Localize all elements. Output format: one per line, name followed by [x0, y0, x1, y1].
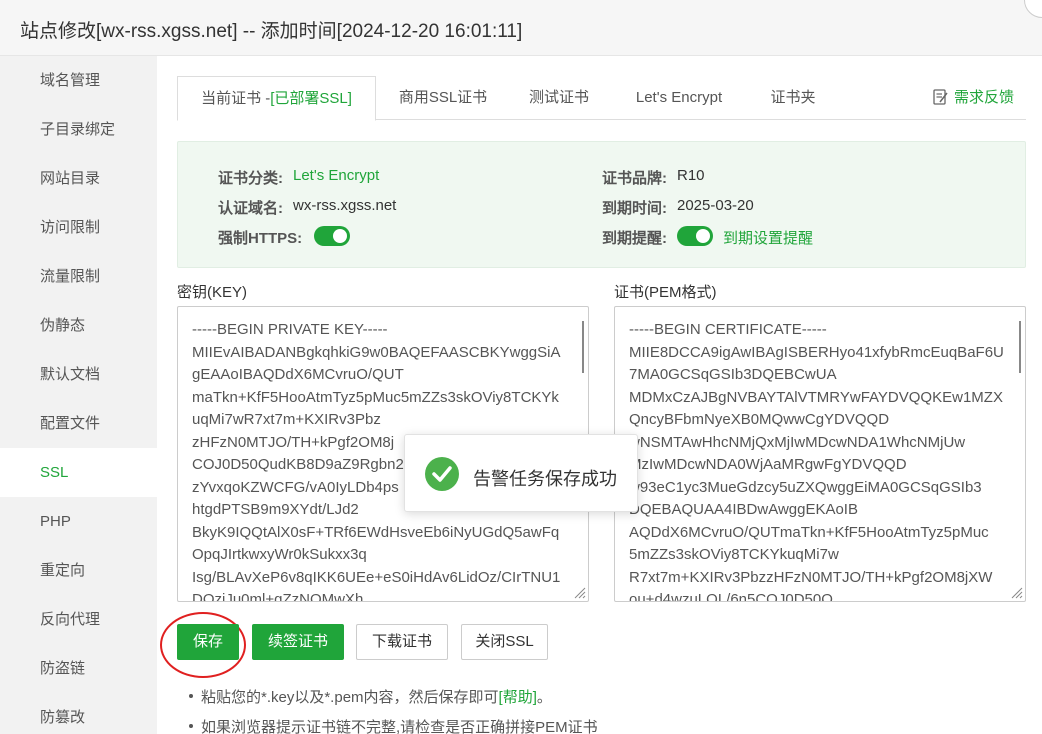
help-note-1-text: 粘贴您的*.key以及*.pem内容，然后保存即可: [201, 689, 499, 706]
close-icon[interactable]: [1024, 0, 1042, 18]
renew-cert-button[interactable]: 续签证书: [252, 624, 344, 660]
sidebar-item-redirect[interactable]: 重定向: [0, 546, 157, 595]
cert-category-label: 证书分类:: [218, 170, 283, 187]
resize-handle-icon[interactable]: [1009, 585, 1023, 599]
certificate-textarea[interactable]: -----BEGIN CERTIFICATE----- MIIE8DCCA9ig…: [614, 306, 1026, 602]
cert-scrollbar[interactable]: [1019, 321, 1021, 373]
feedback-link[interactable]: 需求反馈: [933, 76, 1014, 120]
certificate-content: -----BEGIN CERTIFICATE----- MIIE8DCCA9ig…: [629, 321, 1004, 602]
reminder-settings-link[interactable]: 到期设置提醒: [723, 227, 813, 248]
cert-expire-label: 到期时间:: [602, 200, 667, 217]
sidebar-item-domain[interactable]: 域名管理: [0, 56, 157, 105]
ssl-deployed-status: [已部署SSL]: [270, 90, 352, 107]
sidebar-item-hotlink[interactable]: 防盗链: [0, 644, 157, 693]
resize-handle-icon[interactable]: [572, 585, 586, 599]
help-link[interactable]: [帮助]: [499, 689, 537, 706]
expire-reminder-label: 到期提醒:: [602, 230, 667, 247]
tab-current-cert[interactable]: 当前证书 -[已部署SSL]: [177, 76, 376, 121]
force-https-label: 强制HTTPS:: [218, 230, 303, 247]
success-check-icon: [425, 457, 459, 491]
help-note-2: 如果浏览器提示证书链不完整,请检查是否正确拼接PEM证书: [189, 716, 598, 734]
tab-current-cert-label: 当前证书 -: [201, 90, 271, 107]
sidebar-item-default-doc[interactable]: 默认文档: [0, 350, 157, 399]
toast-message: 告警任务保存成功: [473, 469, 617, 489]
cert-info-panel: 证书分类: Let's Encrypt 证书品牌: R10 认证域名: wx-r…: [177, 141, 1026, 268]
feedback-label: 需求反馈: [953, 89, 1014, 106]
dialog-title: 站点修改[wx-rss.xgss.net] -- 添加时间[2024-12-20…: [20, 21, 523, 42]
tab-test-cert[interactable]: 测试证书: [523, 76, 595, 120]
close-ssl-button[interactable]: 关闭SSL: [461, 624, 548, 660]
download-cert-button[interactable]: 下载证书: [356, 624, 448, 660]
cert-domain-value: wx-rss.xgss.net: [293, 197, 397, 214]
tab-cert-folder[interactable]: 证书夹: [763, 76, 823, 120]
help-note-2-text: 如果浏览器提示证书链不完整,请检查是否正确拼接PEM证书: [201, 719, 598, 734]
key-scrollbar[interactable]: [582, 321, 584, 373]
sidebar-item-access[interactable]: 访问限制: [0, 203, 157, 252]
sidebar-item-ssl[interactable]: SSL: [0, 448, 157, 497]
sidebar-item-traffic[interactable]: 流量限制: [0, 252, 157, 301]
expire-reminder-toggle[interactable]: [677, 226, 713, 246]
dialog-titlebar: 站点修改[wx-rss.xgss.net] -- 添加时间[2024-12-20…: [0, 0, 1042, 56]
sidebar-nav: 域名管理 子目录绑定 网站目录 访问限制 流量限制 伪静态 默认文档 配置文件 …: [0, 56, 157, 734]
cert-category-value: Let's Encrypt: [293, 167, 380, 184]
cert-expire-value: 2025-03-20: [677, 197, 754, 214]
bullet: [189, 694, 193, 698]
bullet: [189, 724, 193, 728]
cert-brand-label: 证书品牌:: [602, 170, 667, 187]
sidebar-item-proxy[interactable]: 反向代理: [0, 595, 157, 644]
tab-commercial-ssl[interactable]: 商用SSL证书: [395, 76, 491, 120]
sidebar-item-site-dir[interactable]: 网站目录: [0, 154, 157, 203]
ssl-tabs: 当前证书 -[已部署SSL] 商用SSL证书 测试证书 Let's Encryp…: [177, 76, 1026, 121]
sidebar-item-php[interactable]: PHP: [0, 497, 157, 546]
sidebar-item-config[interactable]: 配置文件: [0, 399, 157, 448]
help-note-1: 粘贴您的*.key以及*.pem内容，然后保存即可[帮助]。: [189, 686, 552, 707]
help-note-1-end: 。: [536, 689, 552, 706]
save-button[interactable]: 保存: [177, 624, 239, 660]
cert-brand-value: R10: [677, 167, 705, 184]
main-panel: 当前证书 -[已部署SSL] 商用SSL证书 测试证书 Let's Encryp…: [157, 56, 1042, 734]
tab-letsencrypt[interactable]: Let's Encrypt: [629, 76, 729, 120]
success-toast: 告警任务保存成功: [404, 434, 638, 512]
sidebar-item-tamper[interactable]: 防篡改: [0, 693, 157, 734]
sidebar-item-subdir[interactable]: 子目录绑定: [0, 105, 157, 154]
cert-field-label: 证书(PEM格式): [614, 284, 717, 301]
edit-note-icon: [933, 89, 948, 105]
key-field-label: 密钥(KEY): [177, 284, 248, 301]
cert-domain-label: 认证域名:: [218, 200, 283, 217]
force-https-toggle[interactable]: [314, 226, 350, 246]
sidebar-item-rewrite[interactable]: 伪静态: [0, 301, 157, 350]
